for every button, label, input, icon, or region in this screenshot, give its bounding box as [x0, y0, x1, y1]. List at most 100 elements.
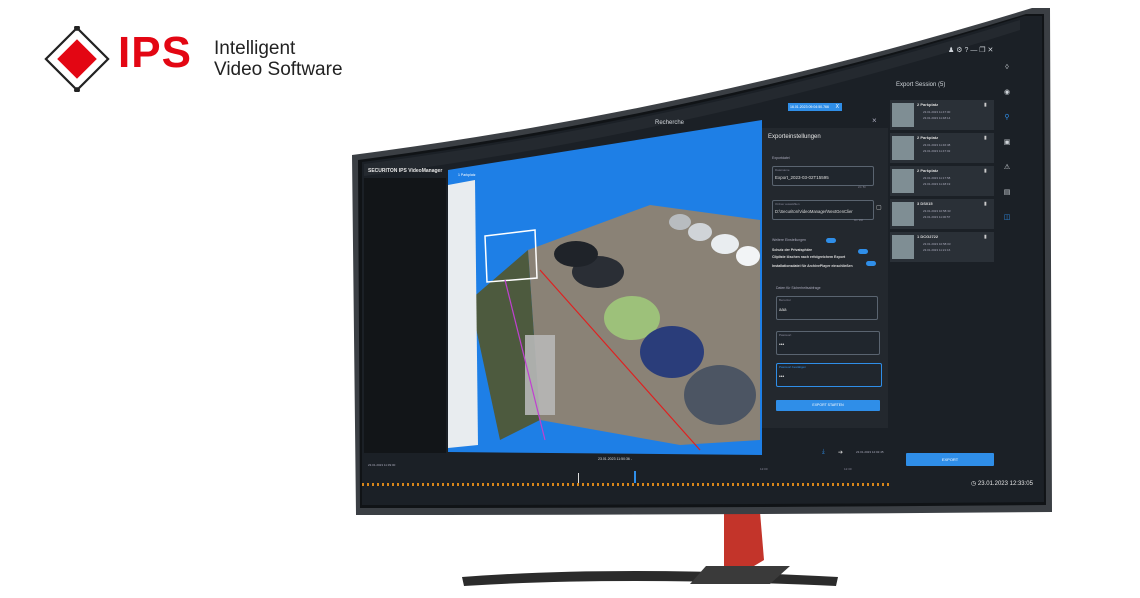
option-privatsphaere: Schutz der Privatsphäre: [772, 248, 813, 252]
user-icon[interactable]: ♟: [948, 47, 954, 54]
folder-counter: 40 / 260: [854, 219, 864, 222]
session-thumbnail: [892, 202, 914, 226]
user-value: aaa: [779, 307, 787, 312]
timeline-tick-2: 12:30: [844, 467, 852, 471]
session-thumbnail: [892, 169, 914, 193]
password-confirm-field[interactable]: Passwort bestätigen •••: [776, 363, 882, 387]
date-banner-text: 16.01.2023 09:04:50.766: [790, 105, 829, 109]
user-label: Benutzer: [779, 298, 792, 302]
filename-value: Export_2023-03-02T15595: [775, 175, 829, 180]
session-item-start: 23.01.2023 11:17:58: [923, 176, 951, 180]
timeline-marker[interactable]: [578, 473, 579, 483]
session-item[interactable]: 2 Parkplatz 23.01.2023 11:46:38 23.01.2023…: [890, 133, 994, 163]
session-item-name: 1 DCG2722: [917, 234, 939, 239]
eye-icon[interactable]: ◉: [1000, 80, 1014, 105]
folder-browse-icon[interactable]: ▢: [876, 204, 882, 211]
session-item-end: 23.01.2023 11:48:14: [923, 116, 951, 120]
session-item[interactable]: 1 DCG2722 23.01.2023 10:58:03 23.01.2023 1…: [890, 232, 994, 262]
session-thumbnail: [892, 103, 914, 127]
section-exportdatei: Exportdatei: [772, 156, 790, 160]
session-item-end: 23.01.2023 11:00:57: [923, 215, 951, 219]
session-item-name: 2 Parkplatz: [917, 102, 939, 107]
page-title: Recherche: [655, 120, 685, 126]
user-field[interactable]: Benutzer aaa: [776, 296, 878, 320]
chat-icon[interactable]: ▣: [1000, 130, 1014, 155]
folder-field[interactable]: Ordner auswählen D:\Securiton\VideoManag…: [772, 200, 874, 220]
clock-text: 23.01.2023 12:33:05: [977, 481, 1033, 487]
session-item-name: 3 DS015: [917, 201, 933, 206]
share-icon[interactable]: ➔: [838, 449, 843, 456]
export-icon[interactable]: ◫: [1000, 205, 1014, 230]
filename-label: Dateiname: [775, 168, 790, 172]
password-value: •••: [779, 342, 785, 348]
search-icon[interactable]: ⚲: [1000, 105, 1014, 130]
session-item-name: 2 Parkplatz: [917, 168, 939, 173]
timeline-right-date: 23.01.2023 12:02:45: [856, 450, 884, 454]
help-icon[interactable]: ?: [964, 47, 968, 54]
weitere-toggle[interactable]: [826, 238, 836, 243]
clock-icon: ◷: [971, 481, 977, 487]
right-toolbar: ◊ ◉ ⚲ ▣ ⚠ ▤ ◫: [1000, 55, 1014, 235]
close-icon[interactable]: ✕: [988, 47, 994, 54]
export-start-button[interactable]: EXPORT STARTEN: [776, 400, 880, 411]
delete-icon[interactable]: ▮: [984, 168, 987, 174]
password-label: Passwort: [779, 333, 792, 337]
date-banner: 16.01.2023 09:04:50.766 X: [788, 103, 842, 111]
restore-icon[interactable]: ❐: [979, 47, 985, 54]
timeline-tick-1: 12:00: [760, 467, 768, 471]
minimize-icon[interactable]: —: [970, 47, 977, 54]
gear-icon[interactable]: ⚙: [956, 47, 962, 54]
timeline: 23.01.2023 11:39:00 23.01.2023 11:50:36 …: [362, 449, 892, 503]
timeline-center: 23.01.2023 11:50:36 -: [598, 457, 632, 461]
session-item[interactable]: 2 Parkplatz 23.01.2023 11:17:58 23.01.2023…: [890, 166, 994, 196]
password-field[interactable]: Passwort •••: [776, 331, 880, 355]
timeline-playhead[interactable]: [634, 471, 636, 483]
folder-label: Ordner auswählen: [775, 202, 800, 206]
filename-counter: 24 / 50: [858, 186, 866, 189]
date-banner-close-button[interactable]: X: [836, 103, 839, 111]
delete-icon[interactable]: ▮: [984, 135, 987, 141]
section-sicherheit: Daten für Sicherheitsabfrage: [776, 286, 821, 290]
session-item-end: 23.01.2023 11:47:02: [923, 149, 951, 153]
alarm-icon[interactable]: ⚠: [1000, 155, 1014, 180]
session-item-start: 23.01.2023 10:58:03: [923, 242, 951, 246]
delete-icon[interactable]: ▮: [984, 234, 987, 240]
privatsphaere-toggle[interactable]: [858, 249, 868, 254]
export-button[interactable]: EXPORT: [906, 453, 994, 466]
session-item[interactable]: 3 DS015 23.01.2023 10:58:33 23.01.2023 11:…: [890, 199, 994, 229]
session-item-start: 23.01.2023 10:58:33: [923, 209, 951, 213]
app-brand-label: SECURITON IPS VideoManager: [368, 168, 443, 174]
bell-icon[interactable]: ◊: [1000, 55, 1014, 80]
session-item-end: 23.01.2023 11:21:16: [923, 248, 951, 252]
dialog-title: Exporteinstellungen: [768, 134, 821, 140]
clipliste-toggle[interactable]: [866, 261, 876, 266]
export-settings-dialog: Exporteinstellungen × Exportdatei Datein…: [762, 116, 888, 428]
delete-icon[interactable]: ▮: [984, 102, 987, 108]
section-weitere: Weitere Einstellungen: [772, 238, 806, 242]
delete-icon[interactable]: ▮: [984, 201, 987, 207]
session-item-name: 2 Parkplatz: [917, 135, 939, 140]
session-thumbnail: [892, 136, 914, 160]
dialog-close-button[interactable]: ×: [872, 116, 877, 125]
download-icon[interactable]: ⤓: [822, 449, 825, 456]
session-item-end: 23.01.2023 11:48:19: [923, 182, 951, 186]
session-item[interactable]: 2 Parkplatz 23.01.2023 11:47:00 23.01.2023…: [890, 100, 994, 130]
option-installation: Installationsdatei für ArchivePlayer ein…: [772, 264, 853, 268]
password-confirm-label: Passwort bestätigen: [779, 365, 807, 369]
password-confirm-value: •••: [779, 374, 785, 380]
option-clipliste: Clipliste löschen nach erfolgreichem Exp…: [772, 255, 846, 259]
session-item-start: 23.01.2023 11:46:38: [923, 143, 951, 147]
film-icon[interactable]: ▤: [1000, 180, 1014, 205]
camera-label: 1 Parkplatz: [458, 173, 476, 177]
timeline-left-date: 23.01.2023 11:39:00: [368, 463, 396, 467]
folder-value: D:\Securiton\VideoManager\NextGenClier: [775, 209, 853, 214]
session-list: 2 Parkplatz 23.01.2023 11:47:00 23.01.2023…: [890, 100, 1000, 270]
session-item-start: 23.01.2023 11:47:00: [923, 110, 951, 114]
window-controls: ♟ ⚙ ? — ❐ ✕: [948, 46, 993, 54]
timeline-track[interactable]: [362, 483, 892, 486]
timeline-center-date: 23.01.2023: [598, 457, 616, 461]
session-thumbnail: [892, 235, 914, 259]
filename-field[interactable]: Dateiname Export_2023-03-02T15595: [772, 166, 874, 186]
clock-display: ◷ 23.01.2023 12:33:05: [971, 480, 1033, 487]
timeline-center-time: 11:50:36 -: [616, 457, 633, 461]
